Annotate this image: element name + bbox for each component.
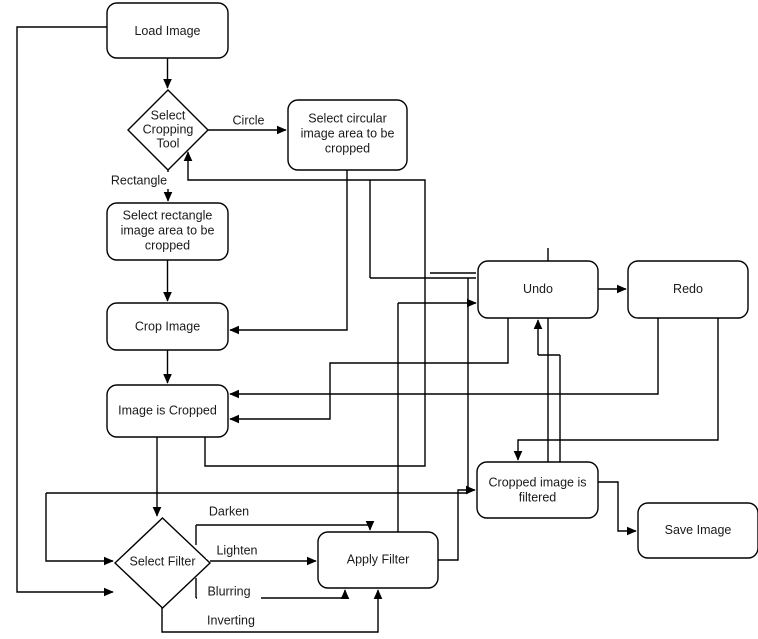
edge-croppedfiltered-to-save [598, 481, 637, 536]
node-apply-filter[interactable]: Apply Filter [317, 531, 439, 589]
edge-label-lighten: Lighten [216, 543, 257, 557]
edge-label-darken: Darken [209, 504, 249, 518]
edge-label-inverting: Inverting [207, 613, 255, 627]
edge-label-lighten-group: Lighten [206, 542, 268, 559]
node-select-rectangle-area[interactable]: Select rectangle image area to be croppe… [106, 202, 229, 261]
node-image-is-cropped-label: Image is Cropped [118, 403, 217, 417]
edge-apply-to-croppedfiltered [438, 485, 476, 561]
node-load-image-label: Load Image [134, 24, 200, 38]
node-redo-label: Redo [673, 282, 703, 296]
node-apply-filter-label: Apply Filter [347, 552, 410, 566]
edge-label-inverting-group: Inverting [198, 612, 264, 629]
flowchart-canvas: Load Image Select Cropping Tool Select c… [0, 0, 758, 639]
node-undo[interactable]: Undo [477, 260, 599, 319]
node-save-image[interactable]: Save Image [637, 502, 758, 559]
node-select-circular-area-label-1: Select circular [308, 111, 387, 125]
edge-label-rectangle: Rectangle [111, 173, 167, 187]
node-load-image[interactable]: Load Image [106, 2, 229, 59]
node-select-rectangle-area-label-2: image area to be [121, 223, 215, 237]
node-image-is-cropped[interactable]: Image is Cropped [106, 384, 229, 438]
node-select-cropping-tool-label-3: Tool [157, 136, 180, 150]
edge-label-blurring-group: Blurring [197, 583, 261, 600]
node-select-rectangle-area-label-3: cropped [145, 238, 190, 252]
node-undo-label: Undo [523, 282, 553, 296]
node-select-filter-label: Select Filter [130, 554, 196, 568]
node-select-cropping-tool-label-2: Cropping [143, 122, 194, 136]
node-select-cropping-tool-label-1: Select [151, 108, 186, 122]
edge-load-to-selectfilter [16, 26, 114, 597]
node-save-image-label: Save Image [665, 523, 732, 537]
edge-undo-to-cropped [229, 318, 509, 424]
node-select-rectangle-area-label-1: Select rectangle [123, 208, 213, 222]
node-crop-image-label: Crop Image [135, 319, 200, 333]
edge-label-rectangle-group: Rectangle [104, 172, 174, 189]
flowchart-diagram: Load Image Select Cropping Tool Select c… [16, 2, 758, 633]
node-cropped-image-is-filtered[interactable]: Cropped image is filtered [476, 461, 599, 519]
edge-filter-darken [196, 520, 375, 531]
node-redo[interactable]: Redo [627, 260, 749, 319]
node-select-circular-area[interactable]: Select circular image area to be cropped [287, 99, 408, 171]
node-select-circular-area-label-2: image area to be [301, 126, 395, 140]
edge-filterloop-to-selectfilter [45, 493, 114, 566]
node-select-cropping-tool[interactable]: Select Cropping Tool [127, 89, 209, 171]
node-select-circular-area-label-3: cropped [325, 141, 370, 155]
edge-label-darken-group: Darken [198, 503, 260, 520]
edge-label-blurring: Blurring [207, 584, 250, 598]
edge-circular-to-crop [229, 170, 348, 335]
node-cropped-image-is-filtered-label-1: Cropped image is [489, 475, 587, 489]
node-crop-image[interactable]: Crop Image [106, 302, 229, 351]
node-cropped-image-is-filtered-label-2: filtered [519, 490, 557, 504]
edge-label-circle-group: Circle [225, 112, 272, 129]
edge-label-circle: Circle [233, 113, 265, 127]
